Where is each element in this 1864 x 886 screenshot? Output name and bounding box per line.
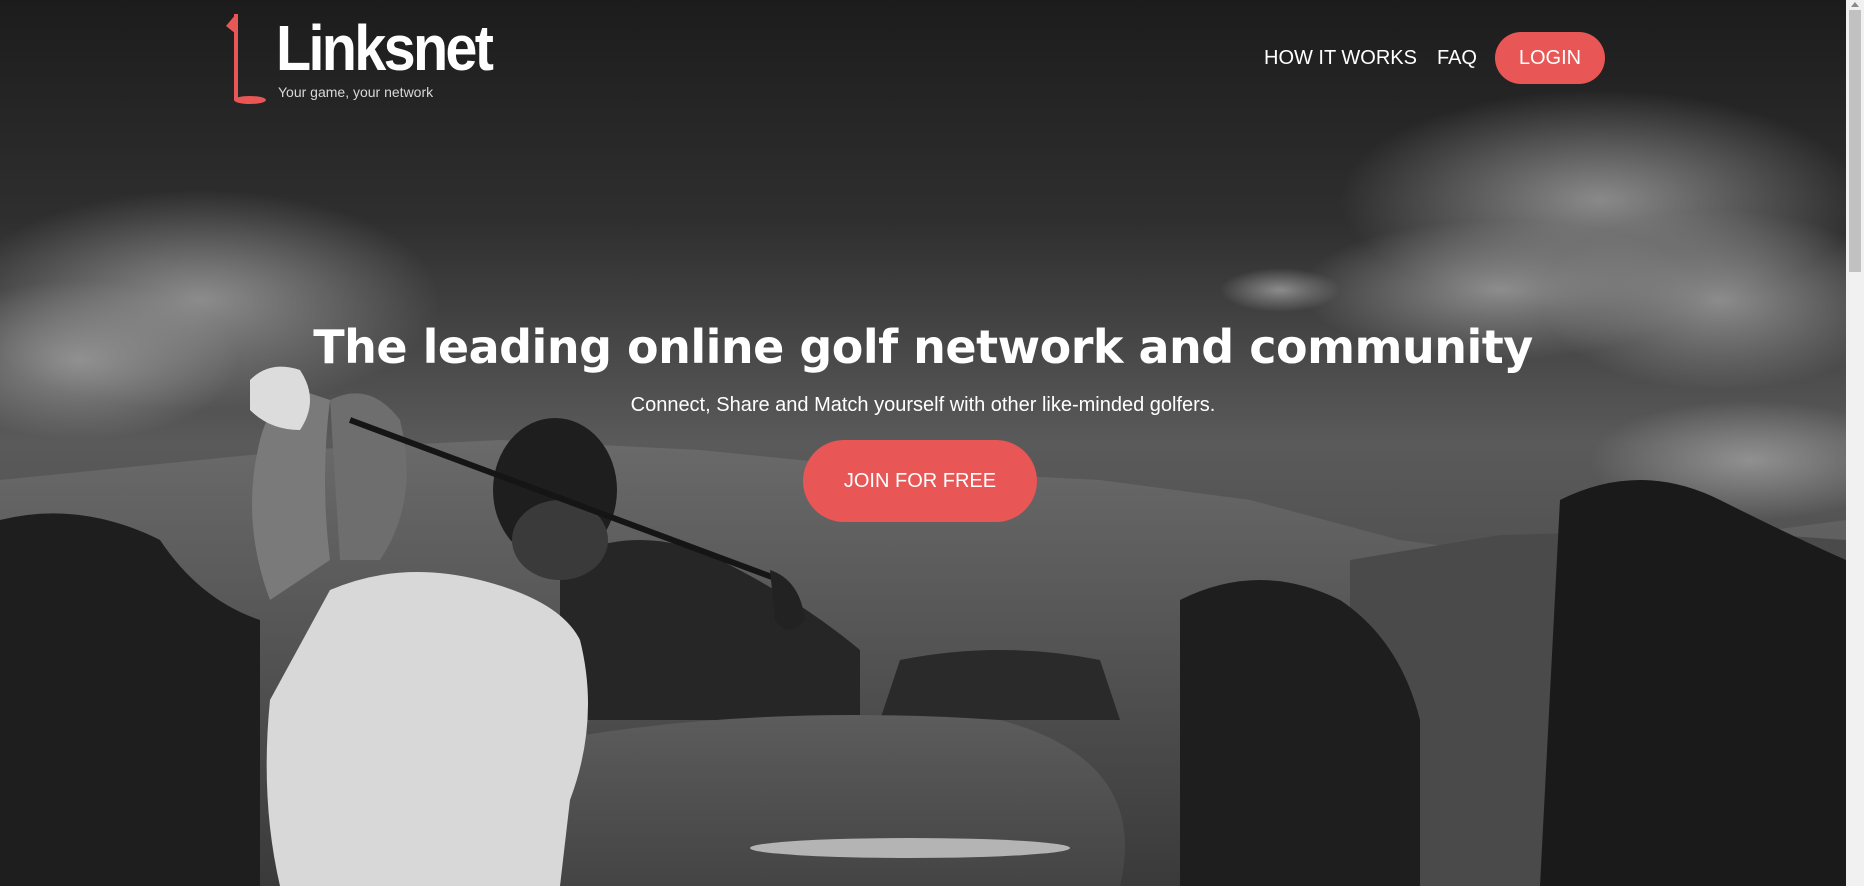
scrollbar-thumb[interactable] — [1849, 10, 1861, 272]
golf-flag-icon — [226, 14, 266, 104]
scroll-up-arrow-icon[interactable] — [1851, 2, 1859, 7]
brand-name: Linksnet — [276, 12, 494, 84]
hero-section: Linksnet Your game, your network HOW IT … — [0, 0, 1846, 886]
nav-how-it-works[interactable]: HOW IT WORKS — [1264, 47, 1417, 70]
login-button[interactable]: LOGIN — [1494, 32, 1605, 84]
brand-logo[interactable]: Linksnet Your game, your network — [224, 12, 524, 104]
main-nav: HOW IT WORKS FAQ LOGIN — [1264, 32, 1605, 84]
join-for-free-button[interactable]: JOIN FOR FREE — [803, 440, 1037, 522]
brand-tagline: Your game, your network — [278, 84, 434, 100]
nav-faq[interactable]: FAQ — [1437, 47, 1477, 70]
page-scrollbar[interactable] — [1846, 0, 1864, 886]
hero-headline: The leading online golf network and comm… — [313, 320, 1533, 374]
hero-subheadline: Connect, Share and Match yourself with o… — [630, 394, 1216, 416]
